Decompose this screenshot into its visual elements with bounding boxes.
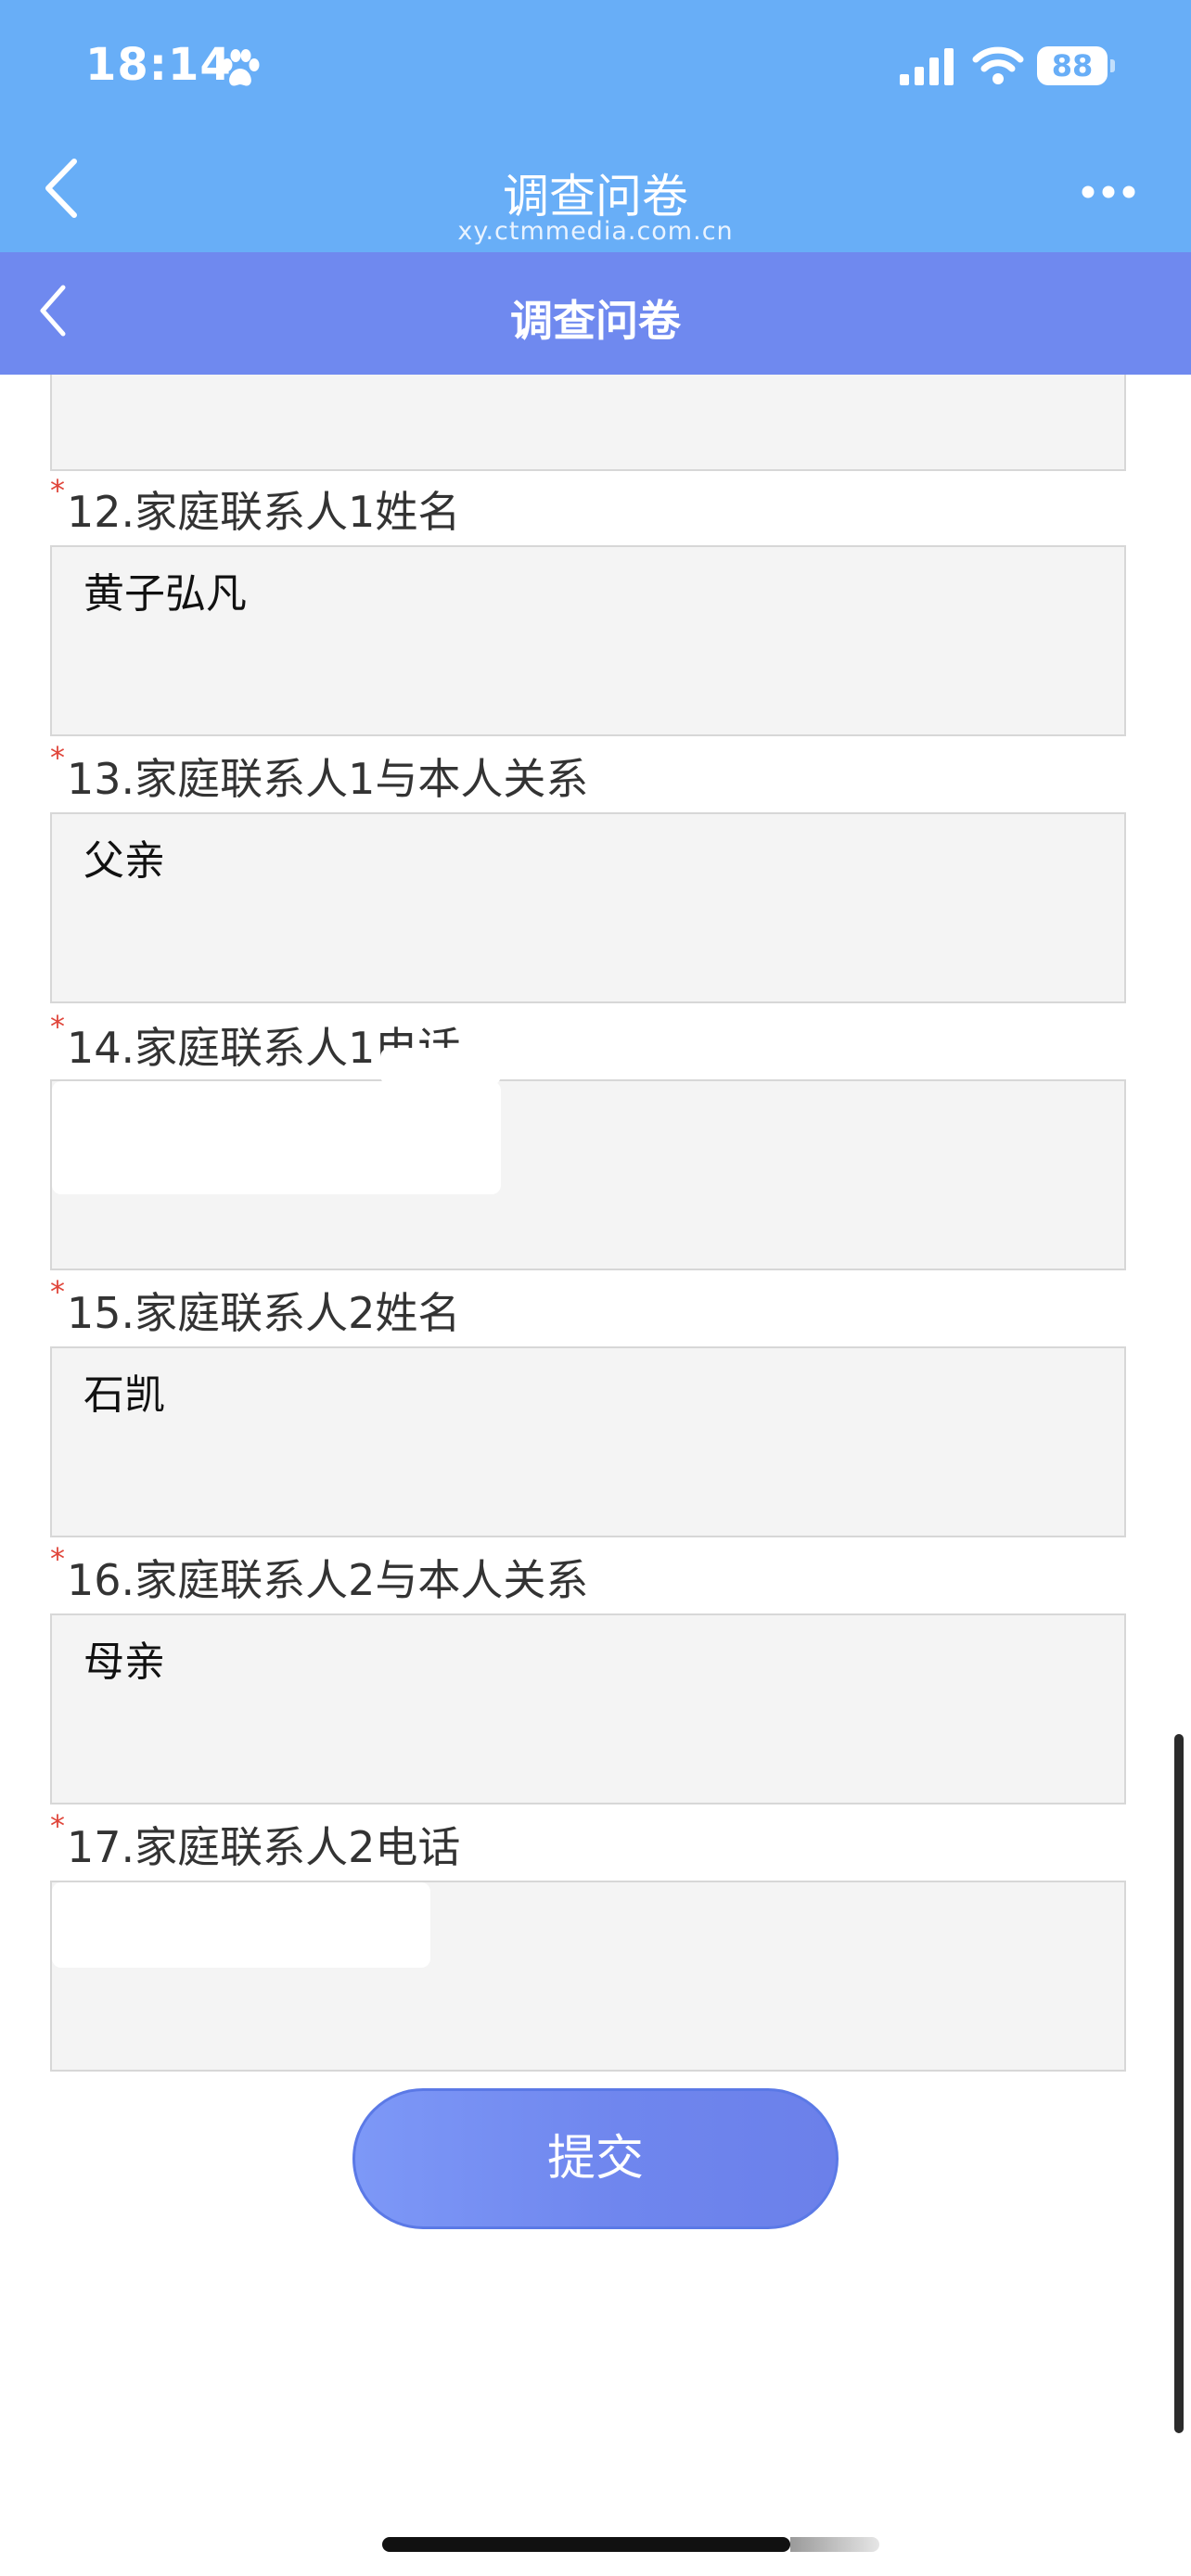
browser-url: xy.ctmmedia.com.cn — [457, 217, 734, 246]
question-label-12: *12.家庭联系人1姓名 — [50, 473, 461, 540]
question-label-17: *17.家庭联系人2电话 — [50, 1808, 461, 1875]
question-text-13: 13.家庭联系人1与本人关系 — [67, 754, 589, 804]
question-label-16: *16.家庭联系人2与本人关系 — [50, 1541, 589, 1608]
required-mark: * — [50, 1808, 65, 1843]
survey-form: *12.家庭联系人1姓名 黄子弘凡 *13.家庭联系人1与本人关系 父亲 *14… — [0, 375, 1191, 2576]
required-mark: * — [50, 1009, 65, 1044]
page-nav-bar: 调查问卷 — [0, 252, 1191, 375]
question-text-16: 16.家庭联系人2与本人关系 — [67, 1555, 589, 1605]
redacted-area — [52, 1081, 501, 1194]
answer-box-16[interactable]: 母亲 — [50, 1613, 1126, 1804]
answer-box-13[interactable]: 父亲 — [50, 812, 1126, 1003]
answer-box-15[interactable]: 石凯 — [50, 1346, 1126, 1537]
home-indicator[interactable] — [382, 2537, 790, 2552]
required-mark: * — [50, 1541, 65, 1576]
redacted-area — [52, 1882, 430, 1968]
redacted-area — [380, 1048, 501, 1085]
answer-text-15: 石凯 — [83, 1371, 165, 1419]
home-indicator-edge — [790, 2537, 879, 2552]
required-mark: * — [50, 473, 65, 508]
wifi-icon — [972, 46, 1024, 84]
question-label-13: *13.家庭联系人1与本人关系 — [50, 740, 589, 807]
signal-icon — [900, 48, 954, 85]
scrollbar[interactable] — [1174, 1734, 1184, 2433]
more-icon[interactable] — [1080, 184, 1137, 200]
required-mark: * — [50, 740, 65, 775]
answer-box-previous[interactable] — [50, 375, 1126, 471]
question-text-12: 12.家庭联系人1姓名 — [67, 487, 461, 537]
battery-icon: 88 — [1037, 46, 1115, 85]
submit-button[interactable]: 提交 — [352, 2088, 839, 2229]
answer-text-16: 母亲 — [83, 1639, 165, 1686]
battery-level: 88 — [1051, 48, 1094, 83]
question-label-15: *15.家庭联系人2姓名 — [50, 1274, 461, 1341]
question-text-17: 17.家庭联系人2电话 — [67, 1822, 461, 1872]
answer-box-12[interactable]: 黄子弘凡 — [50, 545, 1126, 736]
answer-text-12: 黄子弘凡 — [83, 570, 247, 618]
browser-header: 18:14 88 调查问卷 xy.ctmmedia.com.cn — [0, 0, 1191, 252]
answer-text-13: 父亲 — [83, 837, 165, 885]
question-text-15: 15.家庭联系人2姓名 — [67, 1288, 461, 1338]
paw-icon — [222, 49, 260, 86]
screen: 18:14 88 调查问卷 xy.ctmmedia.com.cn 调查问卷 *1… — [0, 0, 1191, 2576]
page-title: 调查问卷 — [510, 296, 681, 346]
battery-cap — [1110, 59, 1115, 72]
status-time: 18:14 — [85, 39, 232, 91]
required-mark: * — [50, 1274, 65, 1309]
